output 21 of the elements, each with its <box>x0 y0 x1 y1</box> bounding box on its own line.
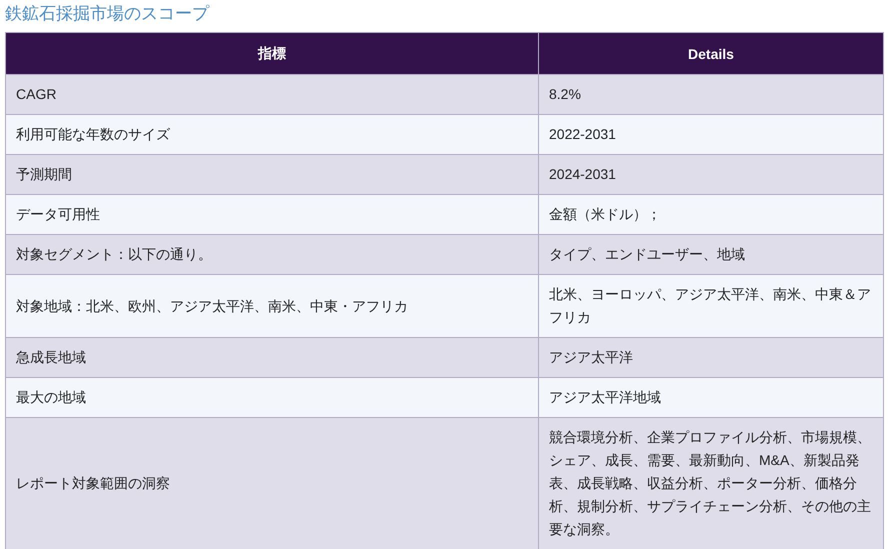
table-cell: 2024-2031 <box>538 154 884 194</box>
table-cell: 競合環境分析、企業プロファイル分析、市場規模、シェア、成長、需要、最新動向、M&A、新製品発表、成長戦略、収益分析、ポーター分析、価格分析、規制分析、サプライチェーン分析、その他の主要な洞察。 <box>538 418 884 549</box>
table-cell: 8.2% <box>538 74 884 114</box>
table-cell: 対象地域：北米、欧州、アジア太平洋、南米、中東・アフリカ <box>6 274 538 338</box>
table-cell: アジア太平洋 <box>538 338 884 378</box>
column-header: Details <box>538 32 884 74</box>
table-cell: 2022-2031 <box>538 114 884 154</box>
table-cell: 最大の地域 <box>6 378 538 418</box>
column-header: 指標 <box>6 32 538 74</box>
table-cell: タイプ、エンドユーザー、地域 <box>538 234 884 274</box>
section-title: 鉄鉱石採掘市場のスコープ <box>5 3 210 25</box>
table-cell: 金額（米ドル）； <box>538 194 884 234</box>
table-cell: 対象セグメント：以下の通り。 <box>6 234 538 274</box>
table-cell: データ可用性 <box>6 194 538 234</box>
table-cell: 急成長地域 <box>6 338 538 378</box>
table-cell: アジア太平洋地域 <box>538 378 884 418</box>
table-cell: 北米、ヨーロッパ、アジア太平洋、南米、中東＆アフリカ <box>538 274 884 338</box>
table-cell: 利用可能な年数のサイズ <box>6 114 538 154</box>
table-cell: レポート対象範囲の洞察 <box>6 418 538 549</box>
table-cell: CAGR <box>6 74 538 114</box>
table-cell: 予測期間 <box>6 154 538 194</box>
